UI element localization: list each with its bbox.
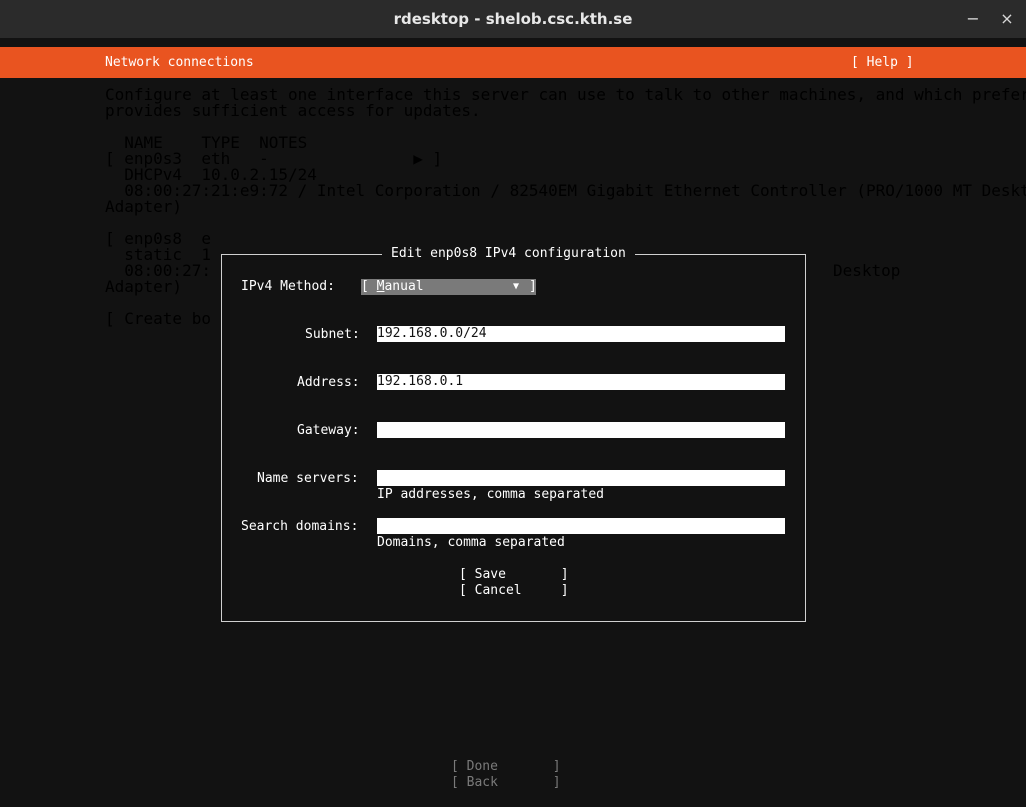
cancel-button[interactable]: [ Cancel ]: [459, 583, 569, 599]
close-icon[interactable]: ×: [996, 9, 1018, 29]
window-title: rdesktop - shelob.csc.kth.se: [393, 10, 633, 28]
dialog-title: Edit enp0s8 IPv4 configuration: [382, 246, 635, 262]
page-title: Network connections: [105, 55, 254, 70]
name-servers-hint: IP addresses, comma separated: [377, 487, 604, 502]
header-bar: Network connections [ Help ]: [0, 47, 1026, 78]
save-button[interactable]: [ Save ]: [459, 567, 569, 583]
subnet-field[interactable]: 192.168.0.0/24: [377, 326, 785, 342]
ipv4-method-label: IPv4 Method:: [241, 279, 335, 294]
title-bar[interactable]: rdesktop - shelob.csc.kth.se − □ ×: [0, 0, 1026, 38]
minimize-icon[interactable]: −: [962, 9, 984, 29]
intro-line-2: provides sufficient access for updates.: [105, 101, 481, 120]
chevron-down-icon: ▼: [513, 281, 520, 292]
interface-detail-cont: Adapter): [105, 197, 183, 216]
search-domains-field[interactable]: [377, 518, 785, 534]
address-field[interactable]: 192.168.0.1: [377, 374, 785, 390]
gateway-label: Gateway:: [297, 423, 360, 438]
create-bond-button[interactable]: [ Create bo: [105, 311, 211, 327]
interface-detail-right: Desktop: [833, 261, 901, 280]
search-domains-label: Search domains:: [241, 519, 359, 534]
search-domains-hint: Domains, comma separated: [377, 535, 565, 550]
subnet-label: Subnet:: [305, 327, 360, 342]
select-close-bracket: ]: [529, 279, 537, 294]
address-label: Address:: [297, 375, 360, 390]
done-button[interactable]: [ Done ]: [451, 759, 561, 775]
name-servers-field[interactable]: [377, 470, 785, 486]
interface-detail-cont: Adapter): [105, 277, 183, 296]
interface-detail: 08:00:27:21:e9:72 / Intel Corporation / …: [105, 181, 1026, 200]
gateway-field[interactable]: [377, 422, 785, 438]
select-value: anual: [384, 279, 424, 294]
select-open-bracket: [: [361, 279, 377, 294]
ipv4-method-select[interactable]: [ Manual ▼]: [361, 279, 537, 295]
back-button[interactable]: [ Back ]: [451, 775, 561, 791]
help-button[interactable]: [ Help ]: [851, 55, 914, 71]
name-servers-label: Name servers:: [257, 471, 359, 486]
rdesktop-window: rdesktop - shelob.csc.kth.se − □ × Netwo…: [0, 0, 1026, 807]
